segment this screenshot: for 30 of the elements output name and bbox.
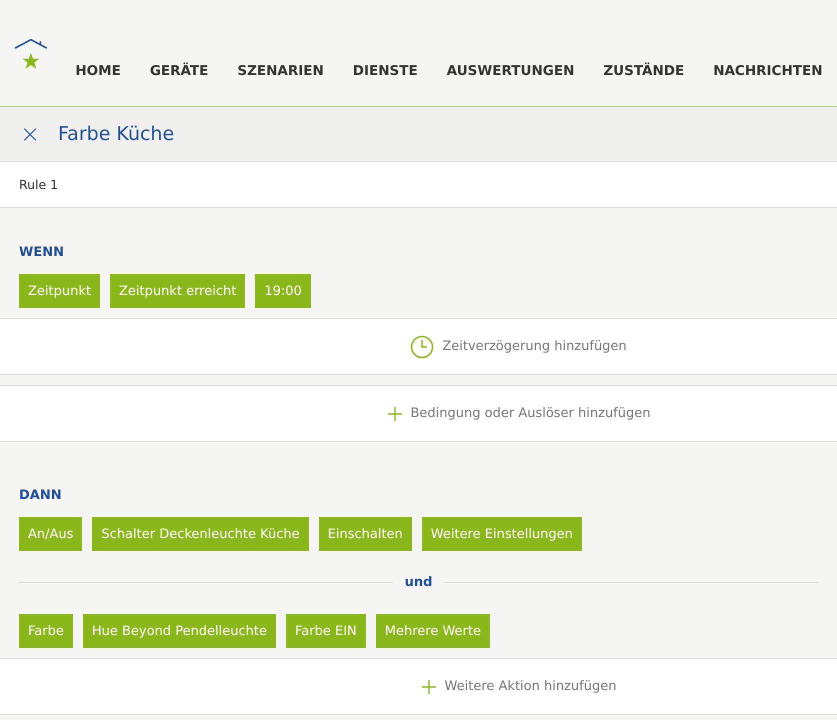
action-chip[interactable]: Schalter Deckenleuchte Küche <box>92 517 309 551</box>
add-link[interactable]: Zeitverzögerung hinzufügen <box>410 334 627 358</box>
condition-chip[interactable]: 19:00 <box>255 274 311 308</box>
separator-label: und <box>404 575 432 590</box>
plus-icon <box>386 406 402 422</box>
plus-icon <box>420 678 437 694</box>
action-chip[interactable]: Farbe EIN <box>286 614 366 648</box>
action-chip[interactable]: Mehrere Werte <box>376 614 490 648</box>
action-chip[interactable]: Farbe <box>19 614 73 648</box>
condition-chip[interactable]: Zeitpunkt erreicht <box>110 274 246 308</box>
section-heading: DANN <box>19 488 62 503</box>
add-link[interactable]: Bedingung oder Auslöser hinzufügen <box>386 406 650 422</box>
close-button[interactable]: × <box>18 120 42 148</box>
nav-link[interactable]: AUSWERTUNGEN <box>432 63 589 79</box>
section-heading: WENN <box>19 245 64 260</box>
nav-link[interactable]: DIENSTE <box>338 63 432 79</box>
nav-link[interactable]: HOME <box>60 63 136 79</box>
nav-link[interactable]: SZENARIEN <box>222 63 338 79</box>
nav-link[interactable]: NACHRICHTEN <box>698 63 837 79</box>
action-chip[interactable]: Einschalten <box>318 517 412 551</box>
clock-icon <box>410 334 434 358</box>
action-chip[interactable]: Hue Beyond Pendelleuchte <box>82 614 276 648</box>
nav-link[interactable]: GERÄTE <box>135 63 223 79</box>
nav-link[interactable]: ZUSTÄNDE <box>588 63 699 79</box>
condition-chip[interactable]: Zeitpunkt <box>19 274 100 308</box>
page-title: Farbe Küche <box>58 123 174 145</box>
rule-name: Rule 1 <box>19 177 58 192</box>
add-link[interactable]: Weitere Aktion hinzufügen <box>420 678 616 694</box>
action-chip[interactable]: An/Aus <box>19 517 82 551</box>
action-chip[interactable]: Weitere Einstellungen <box>422 517 582 551</box>
